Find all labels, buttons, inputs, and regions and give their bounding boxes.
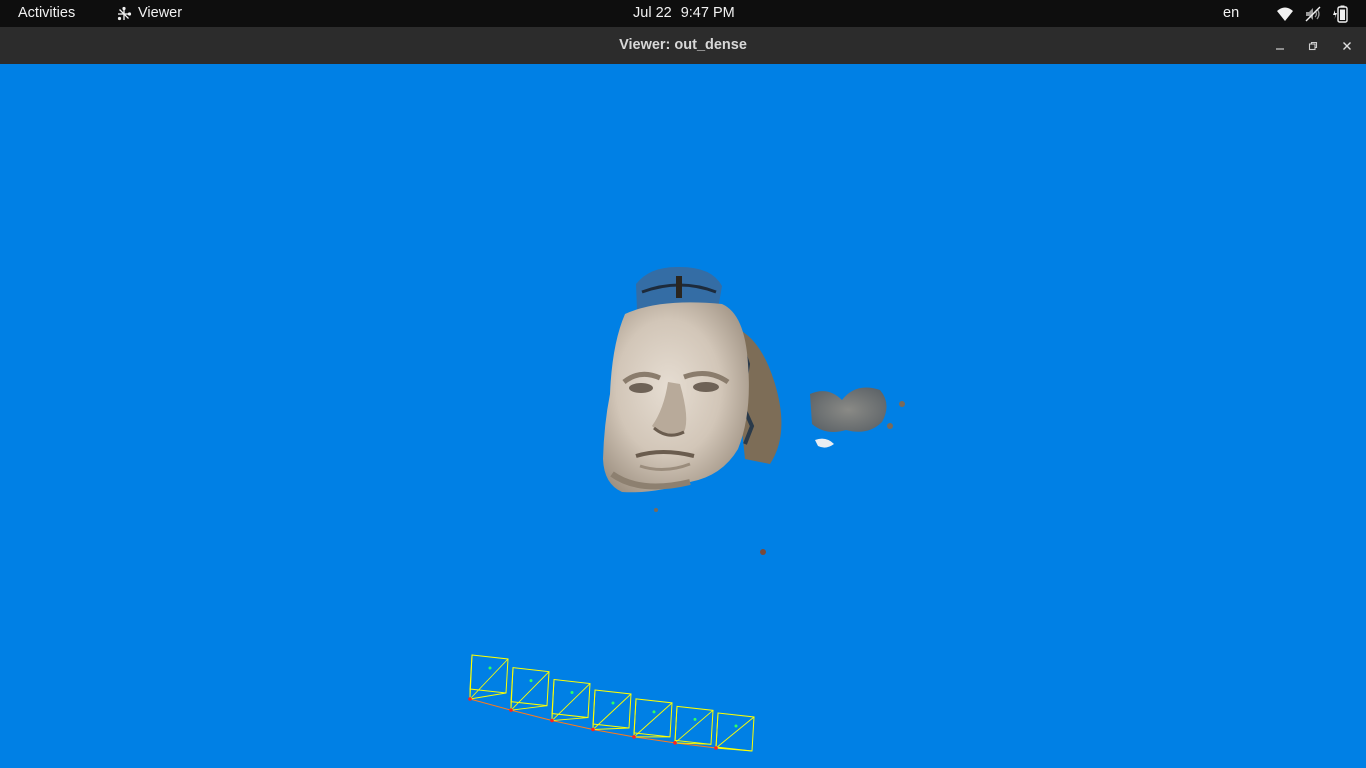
camera-center [591, 727, 595, 732]
volume-muted-icon[interactable] [1304, 5, 1322, 23]
head-point-cloud [603, 266, 782, 493]
clock-time: 9:47 PM [680, 5, 735, 21]
camera-frustums [468, 654, 755, 752]
camera-frustum [468, 654, 509, 701]
camera-center [550, 718, 554, 723]
activities-button[interactable]: Activities [18, 0, 75, 27]
viewer-app-icon [117, 6, 132, 20]
camera-center [509, 708, 513, 712]
app-menu-label: Viewer [138, 5, 183, 21]
language-indicator[interactable]: en [1223, 0, 1239, 27]
camera-center [632, 735, 636, 739]
top-bar: Activities Viewer Jul 22 9:47 PM en [0, 0, 1366, 27]
battery-icon[interactable] [1332, 5, 1350, 23]
camera-frustum [632, 698, 673, 739]
minimize-icon [1276, 48, 1284, 50]
clock[interactable]: Jul 22 9:47 PM [633, 0, 735, 27]
camera-frustum [591, 689, 632, 732]
camera-frustum [550, 678, 591, 723]
minimize-button[interactable] [1270, 36, 1290, 56]
close-icon [1343, 42, 1351, 50]
3d-viewport[interactable] [0, 64, 1366, 768]
window-title: Viewer: out_dense [619, 37, 747, 53]
maximize-button[interactable] [1303, 36, 1323, 56]
camera-frustum [509, 667, 550, 712]
window-title-bar[interactable]: Viewer: out_dense [0, 27, 1366, 65]
close-button[interactable] [1337, 36, 1357, 56]
camera-center [468, 697, 472, 701]
app-menu[interactable]: Viewer [116, 0, 182, 27]
maximize-icon [1308, 41, 1318, 51]
camera-frustum [673, 705, 714, 745]
wifi-icon[interactable] [1276, 5, 1294, 23]
point-cloud-scene [468, 266, 905, 752]
camera-center [714, 746, 718, 750]
clock-date: Jul 22 [633, 5, 672, 21]
camera-frustum [714, 712, 755, 752]
camera-center [673, 741, 677, 745]
